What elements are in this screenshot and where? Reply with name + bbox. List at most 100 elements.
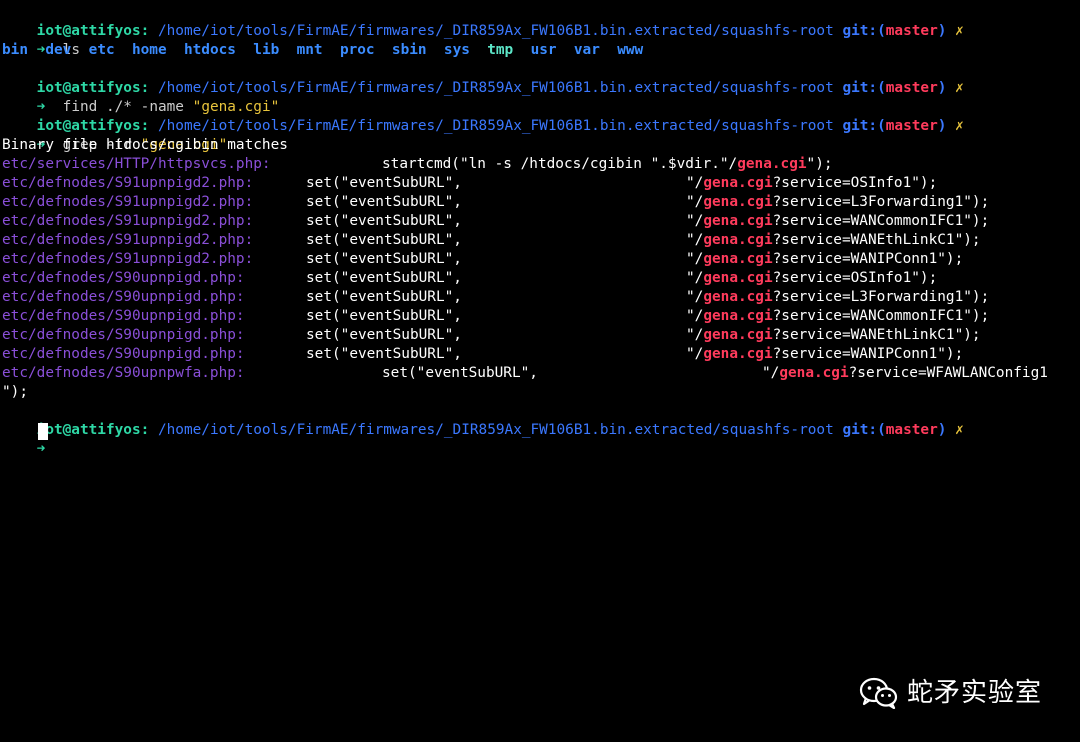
dir-proc: proc (339, 42, 375, 58)
result-file: etc/defnodes/S90upnpigd.php: (2, 270, 245, 286)
wrap-tail: "); (2, 384, 28, 400)
result-code: set("eventSubURL", (306, 251, 462, 267)
dir-lib: lib (253, 42, 280, 58)
grep-result-row: etc/defnodes/S91upnpigd2.php: set("eventS… (0, 250, 1080, 269)
result-code: set("eventSubURL", (306, 232, 462, 248)
dir-www: www (617, 42, 644, 58)
dir-usr: usr (530, 42, 557, 58)
command-line: ➜ ls (0, 22, 1080, 58)
result-file: etc/defnodes/S91upnpigd2.php: (2, 213, 254, 229)
watermark: 蛇矛实验室 (859, 677, 1042, 710)
result-pre: "/ (686, 327, 704, 343)
result-tail: ?service=WANEthLinkC1"); (772, 232, 981, 248)
result-tail: ?service=OSInfo1"); (772, 175, 938, 191)
result-file: etc/defnodes/S91upnpigd2.php: (2, 194, 254, 210)
result-file: etc/defnodes/S90upnpigd.php: (2, 308, 245, 324)
result-match: gena.cgi (703, 289, 773, 305)
wrapped-line: "); (0, 383, 1080, 402)
result-pre: "/ (686, 175, 704, 191)
result-match: gena.cgi (737, 156, 807, 172)
result-tail: ?service=L3Forwarding1"); (772, 289, 990, 305)
result-match: gena.cgi (703, 270, 773, 286)
result-match: gena.cgi (703, 175, 773, 191)
ls-output: bin dev etc home htdocs lib mnt proc sbi… (0, 41, 1080, 60)
result-code: set("eventSubURL", (306, 270, 462, 286)
dir-etc: etc (88, 42, 115, 58)
dir-home: home (131, 42, 167, 58)
terminal-window[interactable]: iot@attifyos: /home/iot/tools/FirmAE/fir… (0, 0, 1080, 742)
result-file: etc/defnodes/S91upnpigd2.php: (2, 232, 254, 248)
result-pre: "/ (686, 346, 704, 362)
grep-result-row: etc/defnodes/S90upnpigd.php: set("eventSu… (0, 307, 1080, 326)
result-file: etc/services/HTTP/httpsvcs.php: (2, 156, 271, 172)
result-pre: "/ (686, 213, 704, 229)
grep-result-row: etc/defnodes/S90upnpigd.php: set("eventSu… (0, 345, 1080, 364)
result-file: etc/defnodes/S90upnpigd.php: (2, 346, 245, 362)
prompt-line: iot@attifyos: /home/iot/tools/FirmAE/fir… (0, 402, 1080, 438)
grep-result-row: etc/defnodes/S91upnpigd2.php: set("eventS… (0, 193, 1080, 212)
active-command-line[interactable]: ➜ (0, 421, 1080, 457)
result-tail: ?service=L3Forwarding1"); (772, 194, 990, 210)
result-code: set("eventSubURL", (306, 346, 462, 362)
result-match: gena.cgi (703, 308, 773, 324)
result-match: gena.cgi (703, 327, 773, 343)
result-tail: ?service=WANCommonIFC1"); (772, 213, 990, 229)
result-file: etc/defnodes/S90upnpigd.php: (2, 327, 245, 343)
dir-tmp: tmp (487, 42, 514, 58)
result-tail: ?service=OSInfo1"); (772, 270, 938, 286)
result-pre: "/ (686, 308, 704, 324)
text-cursor[interactable] (38, 423, 48, 440)
result-match: gena.cgi (703, 194, 773, 210)
result-file: etc/defnodes/S90upnpwfa.php: (2, 365, 245, 381)
command-line: ➜ find ./* -name "gena.cgi" (0, 79, 1080, 115)
result-pre: "/ (686, 251, 704, 267)
result-file: etc/defnodes/S90upnpigd.php: (2, 289, 245, 305)
dir-mnt: mnt (296, 42, 323, 58)
result-pre: "/ (686, 289, 704, 305)
grep-result-row: etc/defnodes/S91upnpigd2.php: set("eventS… (0, 174, 1080, 193)
result-tail: ?service=WANEthLinkC1"); (772, 327, 981, 343)
result-tail: "); (806, 156, 833, 172)
result-match: gena.cgi (703, 251, 773, 267)
result-code: set("eventSubURL", (306, 289, 462, 305)
result-match: gena.cgi (703, 346, 773, 362)
dir-htdocs: htdocs (183, 42, 236, 58)
result-code: set("eventSubURL", (306, 327, 462, 343)
result-code: set("eventSubURL", (306, 175, 462, 191)
grep-result-row: etc/services/HTTP/httpsvcs.php: startcmd(… (0, 155, 1080, 174)
result-match: gena.cgi (703, 213, 773, 229)
result-tail: ?service=WANIPConn1"); (772, 346, 964, 362)
result-file: etc/defnodes/S91upnpigd2.php: (2, 251, 254, 267)
result-pre: "/ (686, 194, 704, 210)
prompt-arrow-icon: ➜ (36, 441, 46, 457)
grep-result-row: etc/defnodes/S90upnpwfa.php: set("eventSu… (0, 364, 1080, 383)
result-match: gena.cgi (703, 232, 773, 248)
result-pre: "/ (762, 365, 780, 381)
prompt-line: iot@attifyos: /home/iot/tools/FirmAE/fir… (0, 3, 1080, 39)
command-line: ➜ grep -ir "gena.cgi" (0, 117, 1080, 153)
prompt-line: iot@attifyos: /home/iot/tools/FirmAE/fir… (0, 98, 1080, 134)
wechat-icon (859, 677, 899, 710)
result-pre: "/ (686, 270, 704, 286)
dir-dev: dev (45, 42, 72, 58)
result-file: etc/defnodes/S91upnpigd2.php: (2, 175, 254, 191)
grep-result-row: etc/defnodes/S90upnpigd.php: set("eventSu… (0, 269, 1080, 288)
grep-result-row: etc/defnodes/S91upnpigd2.php: set("eventS… (0, 231, 1080, 250)
watermark-text: 蛇矛实验室 (906, 677, 1042, 708)
result-code: set("eventSubURL", (306, 213, 462, 229)
grep-result-row: etc/defnodes/S90upnpigd.php: set("eventSu… (0, 288, 1080, 307)
result-code: startcmd("ln -s /htdocs/cgibin ".$vdir."… (382, 156, 738, 172)
result-match: gena.cgi (779, 365, 849, 381)
prompt-line: iot@attifyos: /home/iot/tools/FirmAE/fir… (0, 60, 1080, 96)
result-tail: ?service=WANCommonIFC1"); (772, 308, 990, 324)
dir-sbin: sbin (391, 42, 427, 58)
result-code: set("eventSubURL", (306, 194, 462, 210)
grep-result-row: etc/defnodes/S90upnpigd.php: set("eventSu… (0, 326, 1080, 345)
result-tail: ?service=WANIPConn1"); (772, 251, 964, 267)
result-pre: "/ (686, 232, 704, 248)
result-code: set("eventSubURL", (306, 308, 462, 324)
binary-match-text: Binary file htdocs/cgibin matches (2, 137, 288, 153)
dir-sys: sys (443, 42, 470, 58)
dir-bin: bin (2, 42, 28, 58)
result-tail: ?service=WFAWLANConfig1 (848, 365, 1048, 381)
